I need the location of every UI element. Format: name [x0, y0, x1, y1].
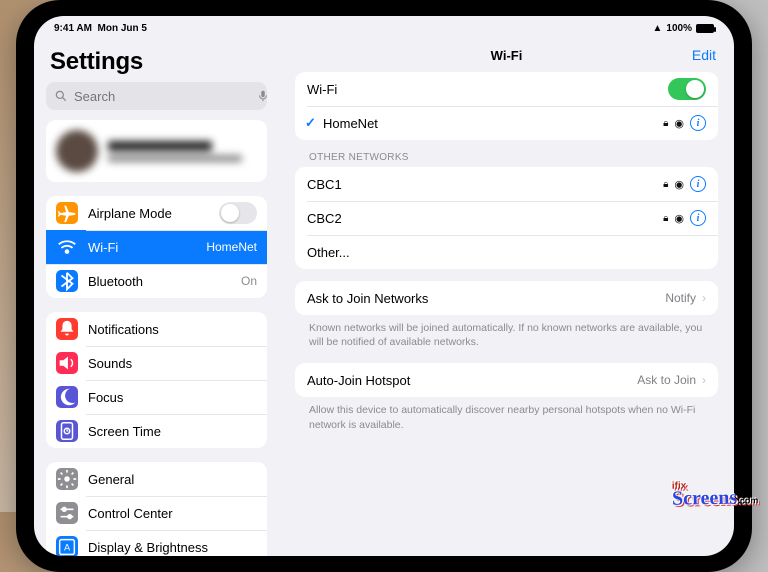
sidebar-item-wifi[interactable]: Wi-Fi HomeNet [46, 230, 267, 264]
auto-value: Ask to Join [637, 373, 696, 387]
wifi-toggle[interactable] [668, 78, 706, 100]
info-icon[interactable]: i [690, 115, 706, 131]
status-bar: 9:41 AM Mon Jun 5 ▲ 100% [34, 16, 734, 38]
sidebar-item-sounds[interactable]: Sounds [46, 346, 267, 380]
network-name: CBC1 [307, 177, 663, 192]
info-icon[interactable]: i [690, 210, 706, 226]
chevron-right-icon: › [702, 291, 706, 305]
focus-icon [56, 386, 78, 408]
checkmark-icon: ✓ [305, 115, 319, 131]
notifications-label: Notifications [88, 322, 257, 337]
bluetooth-value: On [241, 274, 257, 288]
control-icon [56, 502, 78, 524]
info-icon[interactable]: i [690, 176, 706, 192]
screentime-label: Screen Time [88, 424, 257, 439]
other-network-row[interactable]: Other... [295, 235, 718, 269]
sidebar-item-general[interactable]: General [46, 462, 267, 496]
signal-icon: ◉ [674, 212, 684, 225]
sounds-label: Sounds [88, 356, 257, 371]
auto-desc: Allow this device to automatically disco… [309, 403, 714, 431]
battery-percent: 100% [666, 23, 692, 34]
svg-text:A: A [64, 543, 71, 553]
edit-button[interactable]: Edit [692, 47, 716, 63]
sidebar-item-control[interactable]: Control Center [46, 496, 267, 530]
ask-label: Ask to Join Networks [307, 291, 665, 306]
bluetooth-icon [56, 270, 78, 292]
connected-network-row[interactable]: ✓ HomeNet 🔒︎ ◉ i [295, 106, 718, 140]
sidebar-item-airplane[interactable]: Airplane Mode [46, 196, 267, 230]
watermark: ifixScreens.com [672, 479, 759, 510]
profile-card[interactable] [46, 120, 267, 182]
wifi-status-icon: ▲ [653, 23, 663, 34]
status-time: 9:41 AM [54, 23, 92, 34]
search-field[interactable] [46, 82, 267, 110]
network-name: CBC2 [307, 211, 663, 226]
wifi-icon [56, 236, 78, 258]
sidebar-item-bluetooth[interactable]: Bluetooth On [46, 264, 267, 298]
search-icon [54, 89, 68, 103]
control-label: Control Center [88, 506, 257, 521]
connected-name: HomeNet [323, 116, 663, 131]
network-row[interactable]: CBC1 🔒︎ ◉ i [295, 167, 718, 201]
ask-desc: Known networks will be joined automatica… [309, 321, 714, 349]
general-label: General [88, 472, 257, 487]
sidebar-item-notifications[interactable]: Notifications [46, 312, 267, 346]
status-date: Mon Jun 5 [98, 23, 147, 34]
signal-icon: ◉ [674, 117, 684, 130]
other-networks-header: OTHER NETWORKS [309, 152, 718, 163]
airplane-label: Airplane Mode [88, 206, 219, 221]
display-label: Display & Brightness [88, 540, 257, 555]
network-row[interactable]: CBC2 🔒︎ ◉ i [295, 201, 718, 235]
wifi-master-label: Wi-Fi [307, 82, 668, 97]
airplane-toggle[interactable] [219, 202, 257, 224]
airplane-icon [56, 202, 78, 224]
wifi-label: Wi-Fi [88, 240, 206, 255]
wifi-value: HomeNet [206, 240, 257, 254]
display-icon: A [56, 536, 78, 556]
battery-icon [696, 24, 714, 33]
screentime-icon [56, 420, 78, 442]
bluetooth-label: Bluetooth [88, 274, 241, 289]
chevron-right-icon: › [702, 373, 706, 387]
auto-label: Auto-Join Hotspot [307, 373, 637, 388]
auto-join-row[interactable]: Auto-Join Hotspot Ask to Join › [295, 363, 718, 397]
settings-title: Settings [50, 48, 263, 76]
lock-icon: 🔒︎ [663, 118, 668, 129]
wifi-master-row[interactable]: Wi-Fi [295, 72, 718, 106]
sidebar-item-display[interactable]: A Display & Brightness [46, 530, 267, 556]
sidebar-item-focus[interactable]: Focus [46, 380, 267, 414]
avatar [56, 130, 98, 172]
lock-icon: 🔒︎ [663, 213, 668, 224]
dictate-icon[interactable] [256, 89, 270, 103]
general-icon [56, 468, 78, 490]
focus-label: Focus [88, 390, 257, 405]
ask-join-row[interactable]: Ask to Join Networks Notify › [295, 281, 718, 315]
ask-value: Notify [665, 291, 696, 305]
signal-icon: ◉ [674, 178, 684, 191]
search-input[interactable] [74, 89, 250, 104]
lock-icon: 🔒︎ [663, 179, 668, 190]
detail-title: Wi-Fi [491, 48, 523, 63]
other-label: Other... [307, 245, 706, 260]
sounds-icon [56, 352, 78, 374]
notifications-icon [56, 318, 78, 340]
sidebar-item-screentime[interactable]: Screen Time [46, 414, 267, 448]
